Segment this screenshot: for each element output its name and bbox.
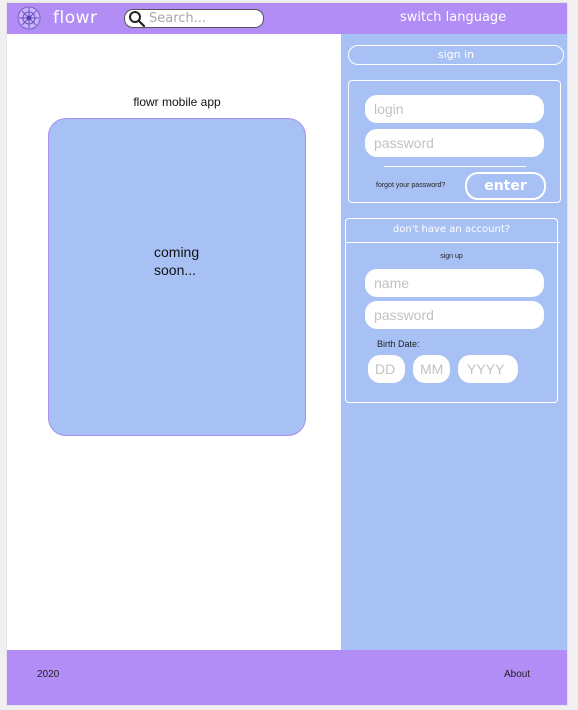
coming-soon-text: coming soon...	[154, 243, 199, 279]
login-form: forgot your password? enter	[348, 80, 561, 203]
signup-form: don't have an account? sign up Birth Dat…	[345, 218, 560, 403]
switch-language-link[interactable]: switch language	[400, 10, 506, 25]
birth-month-input[interactable]	[413, 355, 450, 383]
flower-logo-icon[interactable]	[17, 6, 41, 30]
search-input[interactable]	[149, 10, 257, 27]
birth-date-label: Birth Date:	[377, 339, 420, 349]
sign-up-link[interactable]: sign up	[346, 253, 557, 260]
signup-password-input[interactable]	[365, 301, 544, 329]
copyright-year: 2020	[37, 669, 60, 680]
coming-soon-line2: soon...	[154, 262, 197, 278]
enter-button[interactable]: enter	[465, 172, 546, 200]
sign-in-button[interactable]: sign in	[348, 45, 564, 65]
search-box[interactable]	[124, 9, 264, 28]
birth-year-input[interactable]	[458, 355, 518, 383]
top-navbar: flowr switch language	[7, 3, 567, 34]
auth-sidebar: sign in forgot your password? enter don'…	[341, 34, 567, 650]
signup-divider	[346, 242, 560, 243]
login-input[interactable]	[365, 95, 544, 123]
name-input[interactable]	[365, 269, 544, 297]
forgot-password-link[interactable]: forgot your password?	[376, 182, 445, 189]
coming-soon-line1: coming	[154, 244, 200, 260]
signup-heading: don't have an account?	[392, 224, 511, 235]
login-divider	[384, 166, 526, 167]
mobile-app-title: flowr mobile app	[133, 95, 221, 109]
search-icon[interactable]	[128, 10, 146, 28]
page-footer: 2020 About	[7, 650, 567, 705]
about-link[interactable]: About	[504, 669, 530, 680]
birth-day-input[interactable]	[368, 355, 405, 383]
brand-name[interactable]: flowr	[53, 8, 98, 28]
mobile-app-preview: coming soon...	[48, 118, 306, 436]
password-input[interactable]	[365, 129, 544, 157]
